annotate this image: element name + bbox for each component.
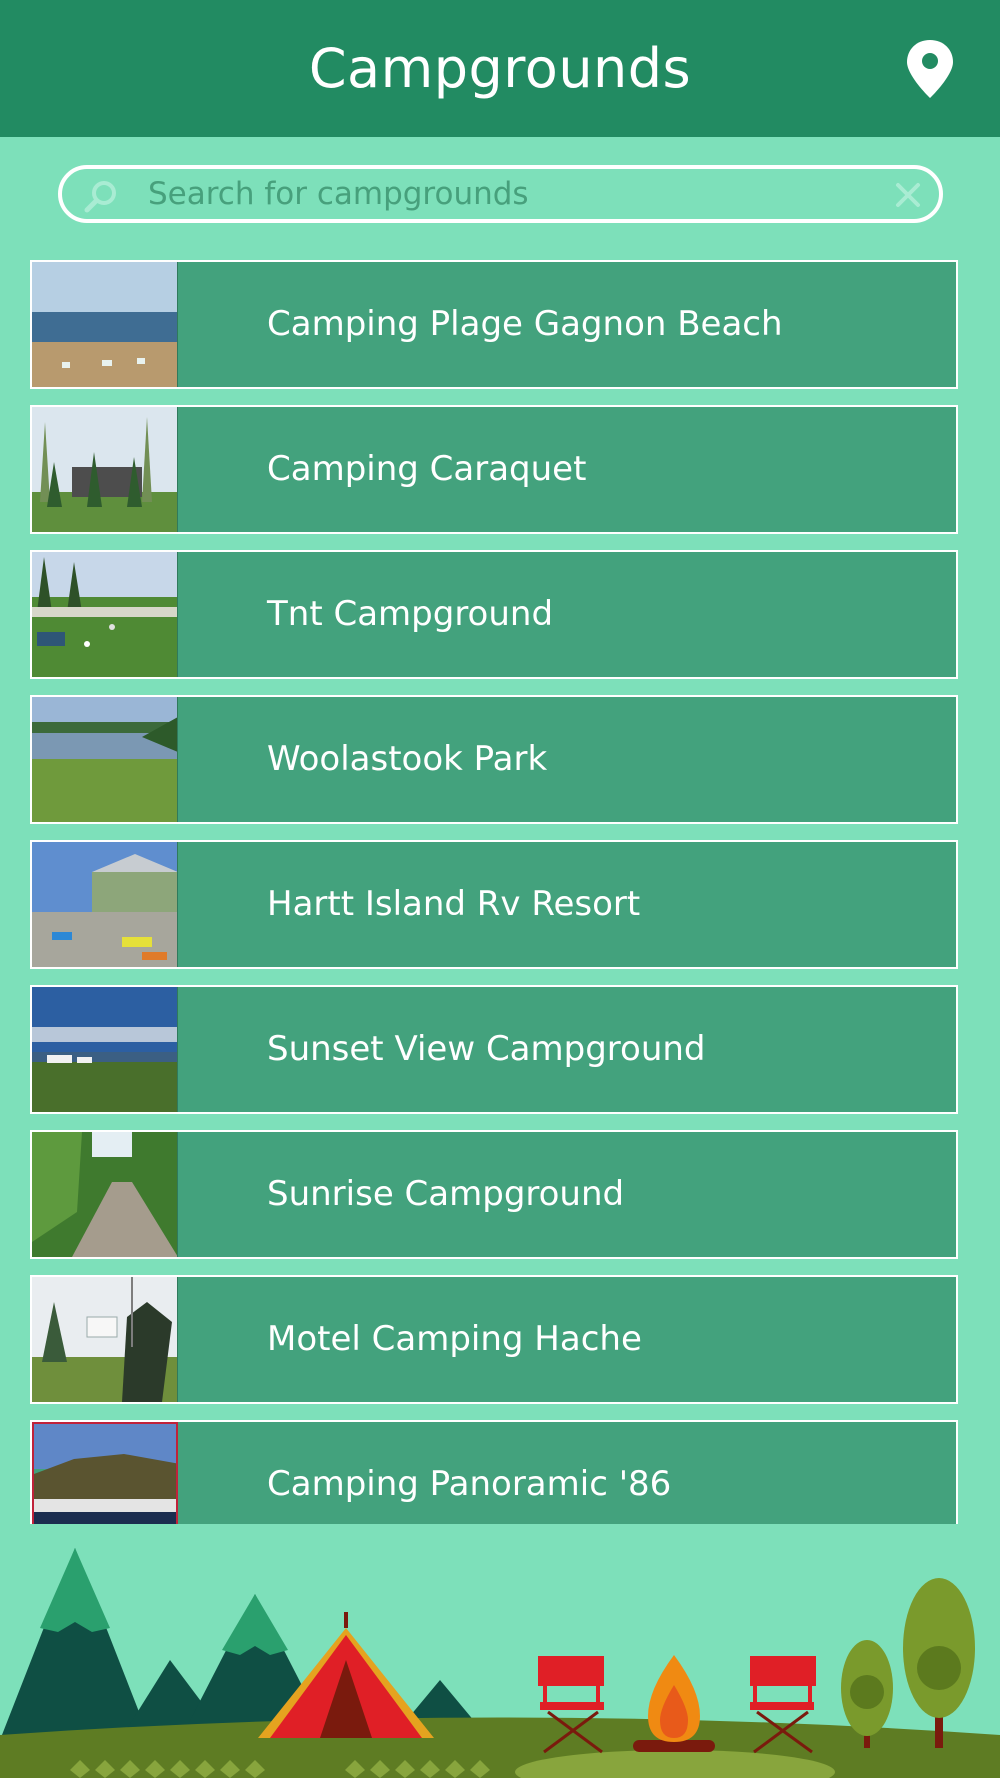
campground-name: Sunrise Campground: [267, 1174, 625, 1214]
campground-photo: [32, 552, 178, 677]
list-item[interactable]: Hartt Island Rv Resort: [30, 840, 958, 969]
search-input[interactable]: [148, 169, 908, 219]
campground-photo: [32, 842, 178, 967]
map-pin-icon[interactable]: [904, 38, 956, 100]
list-item[interactable]: Sunrise Campground: [30, 1130, 958, 1259]
campground-name: Motel Camping Hache: [267, 1319, 642, 1359]
campground-name: Camping Panoramic '86: [267, 1464, 672, 1504]
list-item[interactable]: Camping Caraquet: [30, 405, 958, 534]
list-item[interactable]: Camping Plage Gagnon Beach: [30, 260, 958, 389]
campground-photo: [32, 407, 178, 532]
campground-name: Hartt Island Rv Resort: [267, 884, 641, 924]
campground-photo: [32, 1132, 178, 1257]
campground-photo: [32, 262, 178, 387]
app-screen: Campgrounds Search for campgrounds Campi…: [0, 0, 1000, 1778]
search-icon: [84, 179, 118, 213]
list-item[interactable]: Camping Panoramic '86: [30, 1420, 958, 1524]
campground-name: Camping Plage Gagnon Beach: [267, 304, 783, 344]
campground-photo: [32, 987, 178, 1112]
search-bar: [58, 165, 943, 223]
close-icon[interactable]: [895, 182, 921, 208]
campground-list[interactable]: Camping Plage Gagnon Beach Camping Caraq…: [30, 260, 958, 1524]
campground-photo: [32, 1277, 178, 1402]
campground-photo: [32, 697, 178, 822]
list-item[interactable]: Woolastook Park: [30, 695, 958, 824]
campground-name: Tnt Campground: [267, 594, 554, 634]
campground-photo: [32, 1422, 178, 1524]
app-header: Campgrounds: [0, 0, 1000, 137]
list-item[interactable]: Sunset View Campground: [30, 985, 958, 1114]
page-title: Campgrounds: [308, 37, 692, 100]
campground-name: Camping Caraquet: [267, 449, 587, 489]
campground-name: Woolastook Park: [267, 739, 548, 779]
campground-name: Sunset View Campground: [267, 1029, 706, 1069]
camping-scenery-illustration: [0, 1520, 1000, 1778]
list-item[interactable]: Motel Camping Hache: [30, 1275, 958, 1404]
list-item[interactable]: Tnt Campground: [30, 550, 958, 679]
